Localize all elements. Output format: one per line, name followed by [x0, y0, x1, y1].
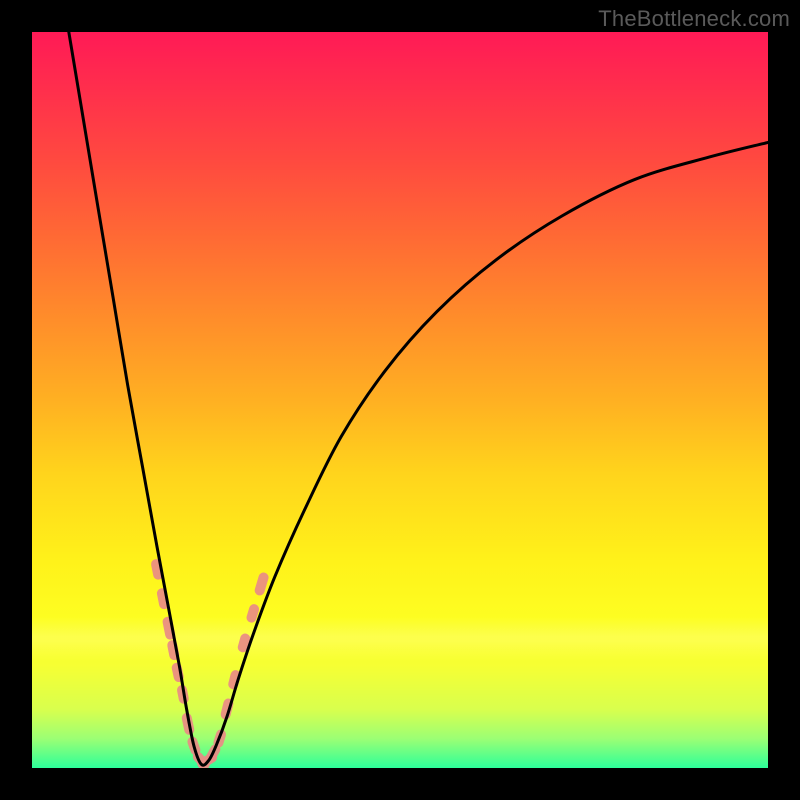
- attribution-text: TheBottleneck.com: [598, 6, 790, 32]
- chart-svg: [32, 32, 768, 768]
- marker-layer: [150, 558, 270, 768]
- plot-area: [32, 32, 768, 768]
- outer-frame: TheBottleneck.com: [0, 0, 800, 800]
